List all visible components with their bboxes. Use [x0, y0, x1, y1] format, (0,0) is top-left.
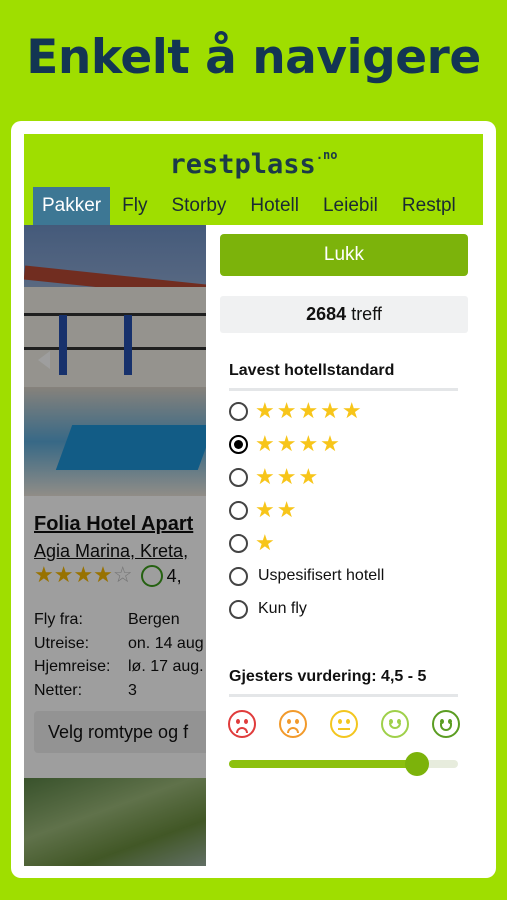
- slider-handle[interactable]: [404, 752, 429, 776]
- overlay-dim[interactable]: [24, 225, 206, 866]
- tab-pakker[interactable]: Pakker: [33, 187, 111, 225]
- close-filter-button[interactable]: Lukk: [220, 234, 468, 276]
- happy-face-icon[interactable]: [432, 710, 460, 738]
- face-eye: [236, 719, 240, 724]
- radio-button-selected[interactable]: [229, 434, 248, 454]
- standard-option-unspecified[interactable]: Uspesifisert hotell: [229, 563, 384, 589]
- hotel-standard-title: Lavest hotellstandard: [229, 362, 395, 379]
- radio-button[interactable]: [229, 401, 248, 421]
- face-mouth: [236, 727, 248, 733]
- standard-option-2[interactable]: ★★: [229, 497, 298, 523]
- tab-fly[interactable]: Fly: [110, 187, 159, 225]
- result-count-label: treff: [351, 304, 382, 324]
- result-count: 2684 treff: [220, 296, 468, 333]
- hotel-listing: Folia Hotel Apart Agia Marina, Kreta, ★★…: [24, 225, 206, 866]
- logo-suffix: .no: [315, 148, 338, 162]
- tab-hotell[interactable]: Hotell: [238, 187, 311, 225]
- guest-rating-title: Gjesters vurdering: 4,5 - 5: [229, 668, 427, 685]
- radio-button[interactable]: [229, 566, 248, 586]
- standard-option-1[interactable]: ★: [229, 530, 277, 556]
- standard-option-5[interactable]: ★★★★★: [229, 398, 364, 424]
- radio-button[interactable]: [229, 467, 248, 487]
- tab-restplass[interactable]: Restpl: [390, 187, 468, 225]
- star-rating-icon: ★★★★: [255, 431, 342, 456]
- star-rating-icon: ★★★: [255, 464, 321, 489]
- sad-face-icon[interactable]: [279, 710, 307, 738]
- standard-option-flight-only[interactable]: Kun fly: [229, 596, 307, 622]
- face-mouth: [287, 727, 299, 733]
- face-mouth: [338, 728, 350, 730]
- divider: [229, 694, 458, 697]
- slider-fill: [229, 760, 417, 768]
- star-rating-icon: ★★: [255, 497, 299, 522]
- standard-option-4[interactable]: ★★★★: [229, 431, 342, 457]
- standard-option-3[interactable]: ★★★: [229, 464, 320, 490]
- divider: [229, 388, 458, 391]
- star-rating-icon: ★: [255, 530, 277, 555]
- radio-button[interactable]: [229, 599, 248, 619]
- radio-button[interactable]: [229, 533, 248, 553]
- brand-logo[interactable]: restplass.no: [24, 148, 483, 180]
- logo-text: restplass: [169, 149, 316, 180]
- face-eye: [244, 719, 248, 724]
- guest-rating-slider[interactable]: [229, 752, 458, 776]
- phone-frame: restplass.no Pakker Fly Storby Hotell Le…: [11, 121, 496, 878]
- face-eye: [295, 719, 299, 724]
- smile-face-icon[interactable]: [381, 710, 409, 738]
- face-mouth: [440, 723, 452, 731]
- tab-storby[interactable]: Storby: [159, 187, 238, 225]
- face-eye: [338, 719, 342, 724]
- app-header: restplass.no Pakker Fly Storby Hotell Le…: [24, 134, 483, 225]
- promo-headline: Enkelt å navigere: [26, 30, 481, 85]
- star-rating-icon: ★★★★★: [255, 398, 364, 423]
- very-sad-face-icon[interactable]: [228, 710, 256, 738]
- face-eye: [287, 719, 291, 724]
- neutral-face-icon[interactable]: [330, 710, 358, 738]
- app-screen: restplass.no Pakker Fly Storby Hotell Le…: [24, 134, 483, 866]
- guest-rating-faces: [228, 710, 460, 738]
- face-eye: [346, 719, 350, 724]
- radio-button[interactable]: [229, 500, 248, 520]
- result-count-number: 2684: [306, 304, 347, 324]
- filter-panel: Lukk 2684 treff Lavest hotellstandard ★★…: [206, 225, 483, 866]
- category-tabs: Pakker Fly Storby Hotell Leiebil Restpl: [24, 187, 483, 225]
- option-label: Kun fly: [258, 600, 307, 617]
- face-mouth: [389, 723, 401, 729]
- option-label: Uspesifisert hotell: [258, 567, 385, 584]
- tab-leiebil[interactable]: Leiebil: [311, 187, 390, 225]
